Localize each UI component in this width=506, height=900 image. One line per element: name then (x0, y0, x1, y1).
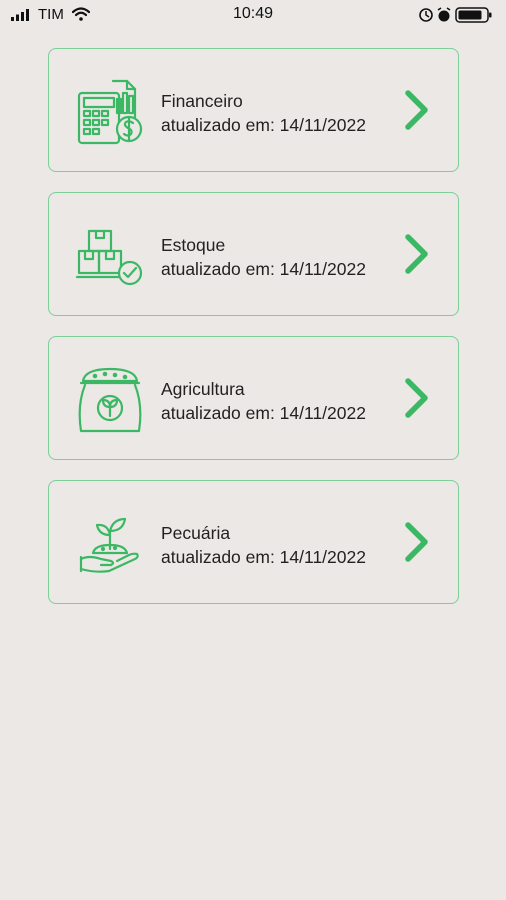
card-title: Estoque (161, 235, 226, 255)
chevron-right-icon[interactable] (402, 377, 432, 419)
battery-icon (455, 7, 492, 23)
seed-bag-icon (78, 367, 142, 433)
card-agricultura[interactable]: Agricultura atualizado em: 14/11/2022 (48, 336, 459, 460)
card-text: Estoque atualizado em: 14/11/2022 (161, 233, 366, 281)
card-title: Pecuária (161, 523, 231, 543)
status-right-icons (419, 7, 492, 23)
card-updated-date: atualizado em: 14/11/2022 (161, 259, 366, 279)
chevron-right-icon[interactable] (402, 233, 432, 275)
chevron-right-icon[interactable] (402, 89, 432, 131)
card-text: Financeiro atualizado em: 14/11/2022 (161, 89, 366, 137)
chevron-right-icon[interactable] (402, 521, 432, 563)
location-lock-icon (419, 8, 433, 22)
alarm-icon (437, 7, 451, 22)
card-title: Financeiro (161, 91, 243, 111)
status-bar: TIM 10:49 (0, 0, 506, 30)
card-updated-date: atualizado em: 14/11/2022 (161, 547, 366, 567)
card-updated-date: atualizado em: 14/11/2022 (161, 115, 366, 135)
sprout-hand-icon (79, 517, 139, 573)
card-estoque[interactable]: Estoque atualizado em: 14/11/2022 (48, 192, 459, 316)
card-text: Agricultura atualizado em: 14/11/2022 (161, 377, 366, 425)
card-financeiro[interactable]: Financeiro atualizado em: 14/11/2022 (48, 48, 459, 172)
module-card-list: Financeiro atualizado em: 14/11/2022 Est… (48, 48, 459, 624)
stock-boxes-icon (75, 229, 143, 286)
finance-calculator-icon (77, 79, 143, 145)
card-text: Pecuária atualizado em: 14/11/2022 (161, 521, 366, 569)
card-pecuaria[interactable]: Pecuária atualizado em: 14/11/2022 (48, 480, 459, 604)
card-title: Agricultura (161, 379, 245, 399)
card-updated-date: atualizado em: 14/11/2022 (161, 403, 366, 423)
